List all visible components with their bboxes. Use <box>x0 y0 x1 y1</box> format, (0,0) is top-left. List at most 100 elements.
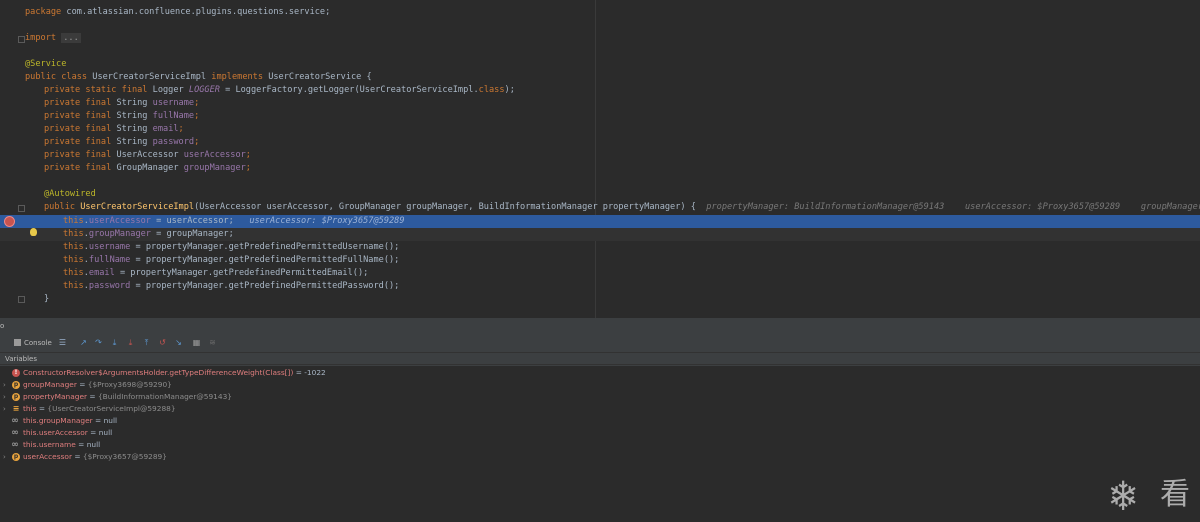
code-line-assign-username[interactable]: this.username = propertyManager.getPrede… <box>63 241 399 254</box>
code-editor[interactable]: package com.atlassian.confluence.plugins… <box>0 0 1200 318</box>
code-line-close-brace[interactable]: } <box>44 293 49 306</box>
field-name: userAccessor <box>183 150 246 160</box>
code-line-import[interactable]: import ... <box>25 32 81 45</box>
fold-toggle-icon[interactable] <box>18 205 25 212</box>
expand-chevron-icon[interactable]: › <box>3 391 9 403</box>
keyword: import <box>25 33 57 43</box>
show-execution-point-icon[interactable]: ↗ <box>79 338 88 347</box>
snowflake-logo-icon: ❄ <box>1110 470 1137 521</box>
code-line-constructor[interactable]: public UserCreatorServiceImpl(UserAccess… <box>44 201 1200 214</box>
keyword: this <box>63 216 84 226</box>
lightbulb-icon[interactable] <box>30 228 37 236</box>
keyword: private final <box>44 98 112 108</box>
variable-text: this.groupManager = null <box>23 415 117 427</box>
code-line-field-useraccessor[interactable]: private final UserAccessor userAccessor; <box>44 149 251 162</box>
equals-sign: = <box>71 452 83 461</box>
code-text: ; <box>245 150 251 160</box>
variable-text: this.username = null <box>23 439 100 451</box>
equals-sign: = <box>76 380 88 389</box>
editor-gutter[interactable] <box>0 0 22 318</box>
field-name: groupManager <box>88 229 151 239</box>
variable-text: this = {UserCreatorServiceImpl@59288} <box>23 403 176 415</box>
code-line-field-username[interactable]: private final String username; <box>44 97 199 110</box>
variable-value: null <box>86 440 101 449</box>
field-name: groupManager <box>183 163 246 173</box>
parameter-icon: p <box>12 393 20 401</box>
equals-sign: = <box>87 392 98 401</box>
keyword: implements <box>211 72 264 82</box>
code-line-class-declaration[interactable]: public class UserCreatorServiceImpl impl… <box>25 71 372 84</box>
error-icon: ! <box>12 369 20 377</box>
step-into-icon[interactable]: ⤓ <box>110 338 119 347</box>
variable-name: userAccessor <box>23 452 72 461</box>
force-step-into-icon[interactable]: ⤓ <box>126 338 135 347</box>
field-name: userAccessor <box>88 216 151 226</box>
field-name: username <box>88 242 131 252</box>
fold-toggle-icon[interactable] <box>18 36 25 43</box>
code-text: Logger <box>147 85 189 95</box>
menu-icon[interactable]: ☰ <box>58 338 67 347</box>
equals-sign: = <box>92 416 104 425</box>
code-text: = propertyManager.getPredefinedPermitted… <box>114 268 369 278</box>
folded-imports[interactable]: ... <box>61 33 81 43</box>
code-line-field-groupmanager[interactable]: private final GroupManager groupManager; <box>44 162 251 175</box>
code-line-assign-useraccessor[interactable]: this.userAccessor = userAccessor; userAc… <box>63 215 405 228</box>
code-text: = groupManager; <box>150 229 234 239</box>
code-line-package[interactable]: package com.atlassian.confluence.plugins… <box>25 6 330 19</box>
step-out-icon[interactable]: ⤒ <box>142 338 151 347</box>
step-over-icon[interactable]: ↷ <box>94 338 103 347</box>
code-line-annotation-service[interactable]: @Service <box>25 58 66 71</box>
keyword: class <box>478 85 505 95</box>
breakpoint-icon[interactable] <box>4 216 15 227</box>
code-text: String <box>111 111 153 121</box>
variables-tree[interactable]: ! ConstructorResolver$ArgumentsHolder.get… <box>0 366 1200 522</box>
expand-chevron-icon[interactable]: › <box>3 451 9 463</box>
watch-icon: ∞ <box>11 416 19 426</box>
field-name: fullName <box>88 255 131 265</box>
code-text: ); <box>504 85 515 95</box>
variable-text: ConstructorResolver$ArgumentsHolder.getT… <box>23 367 326 379</box>
variable-name: this.groupManager <box>23 416 93 425</box>
code-line-field-password[interactable]: private final String password; <box>44 136 199 149</box>
drop-frame-icon[interactable]: ↺ <box>158 338 167 347</box>
code-text: = propertyManager.getPredefinedPermitted… <box>130 242 400 252</box>
evaluate-expression-icon[interactable]: ▦ <box>192 338 201 347</box>
debug-tool-window: o Console ☰ ↗ ↷ ⤓ ⤓ ⤒ ↺ ↘ ▦ ≋ Variables … <box>0 320 1200 522</box>
keyword: this <box>63 229 84 239</box>
variables-header: Variables <box>0 353 1200 365</box>
code-line-assign-fullname[interactable]: this.fullName = propertyManager.getPrede… <box>63 254 399 267</box>
tool-window-label: o <box>0 322 5 330</box>
code-line-assign-password[interactable]: this.password = propertyManager.getPrede… <box>63 280 399 293</box>
variable-type: {$Proxy3657@59289} <box>82 452 167 461</box>
expand-chevron-icon[interactable]: › <box>3 403 9 415</box>
variable-name: this <box>23 404 37 413</box>
code-line-field-fullname[interactable]: private final String fullName; <box>44 110 199 123</box>
code-line-assign-groupmanager[interactable]: this.groupManager = groupManager; <box>63 228 234 241</box>
method-name: UserCreatorServiceImpl <box>80 202 195 212</box>
variable-text: userAccessor = {$Proxy3657@59289} <box>23 451 167 463</box>
variable-name: this.userAccessor <box>23 428 88 437</box>
code-text: GroupManager <box>111 163 184 173</box>
fold-toggle-icon[interactable] <box>18 296 25 303</box>
variable-type: {UserCreatorServiceImpl@59288} <box>47 404 176 413</box>
debug-toolbar: Console ☰ ↗ ↷ ⤓ ⤓ ⤒ ↺ ↘ ▦ ≋ <box>0 334 1200 353</box>
code-text: = LoggerFactory.getLogger(UserCreatorSer… <box>219 85 479 95</box>
code-line-assign-email[interactable]: this.email = propertyManager.getPredefin… <box>63 267 368 280</box>
field-name: email <box>152 124 179 134</box>
keyword: public <box>44 202 76 212</box>
code-line-field-email[interactable]: private final String email; <box>44 123 184 136</box>
keyword: this <box>63 268 84 278</box>
code-line-logger[interactable]: private static final Logger LOGGER = Log… <box>44 84 515 97</box>
console-tab[interactable]: Console <box>14 337 52 349</box>
equals-sign: = <box>75 440 87 449</box>
code-text: (UserAccessor userAccessor, GroupManager… <box>194 202 696 212</box>
keyword: this <box>63 242 84 252</box>
expand-chevron-icon[interactable]: › <box>3 379 9 391</box>
field-name: password <box>88 281 131 291</box>
code-line-annotation-autowired[interactable]: @Autowired <box>44 188 96 201</box>
trace-stream-icon[interactable]: ≋ <box>208 338 217 347</box>
code-text: ; <box>178 124 184 134</box>
field-name: password <box>152 137 195 147</box>
variable-type: {BuildInformationManager@59143} <box>97 392 232 401</box>
run-to-cursor-icon[interactable]: ↘ <box>174 338 183 347</box>
